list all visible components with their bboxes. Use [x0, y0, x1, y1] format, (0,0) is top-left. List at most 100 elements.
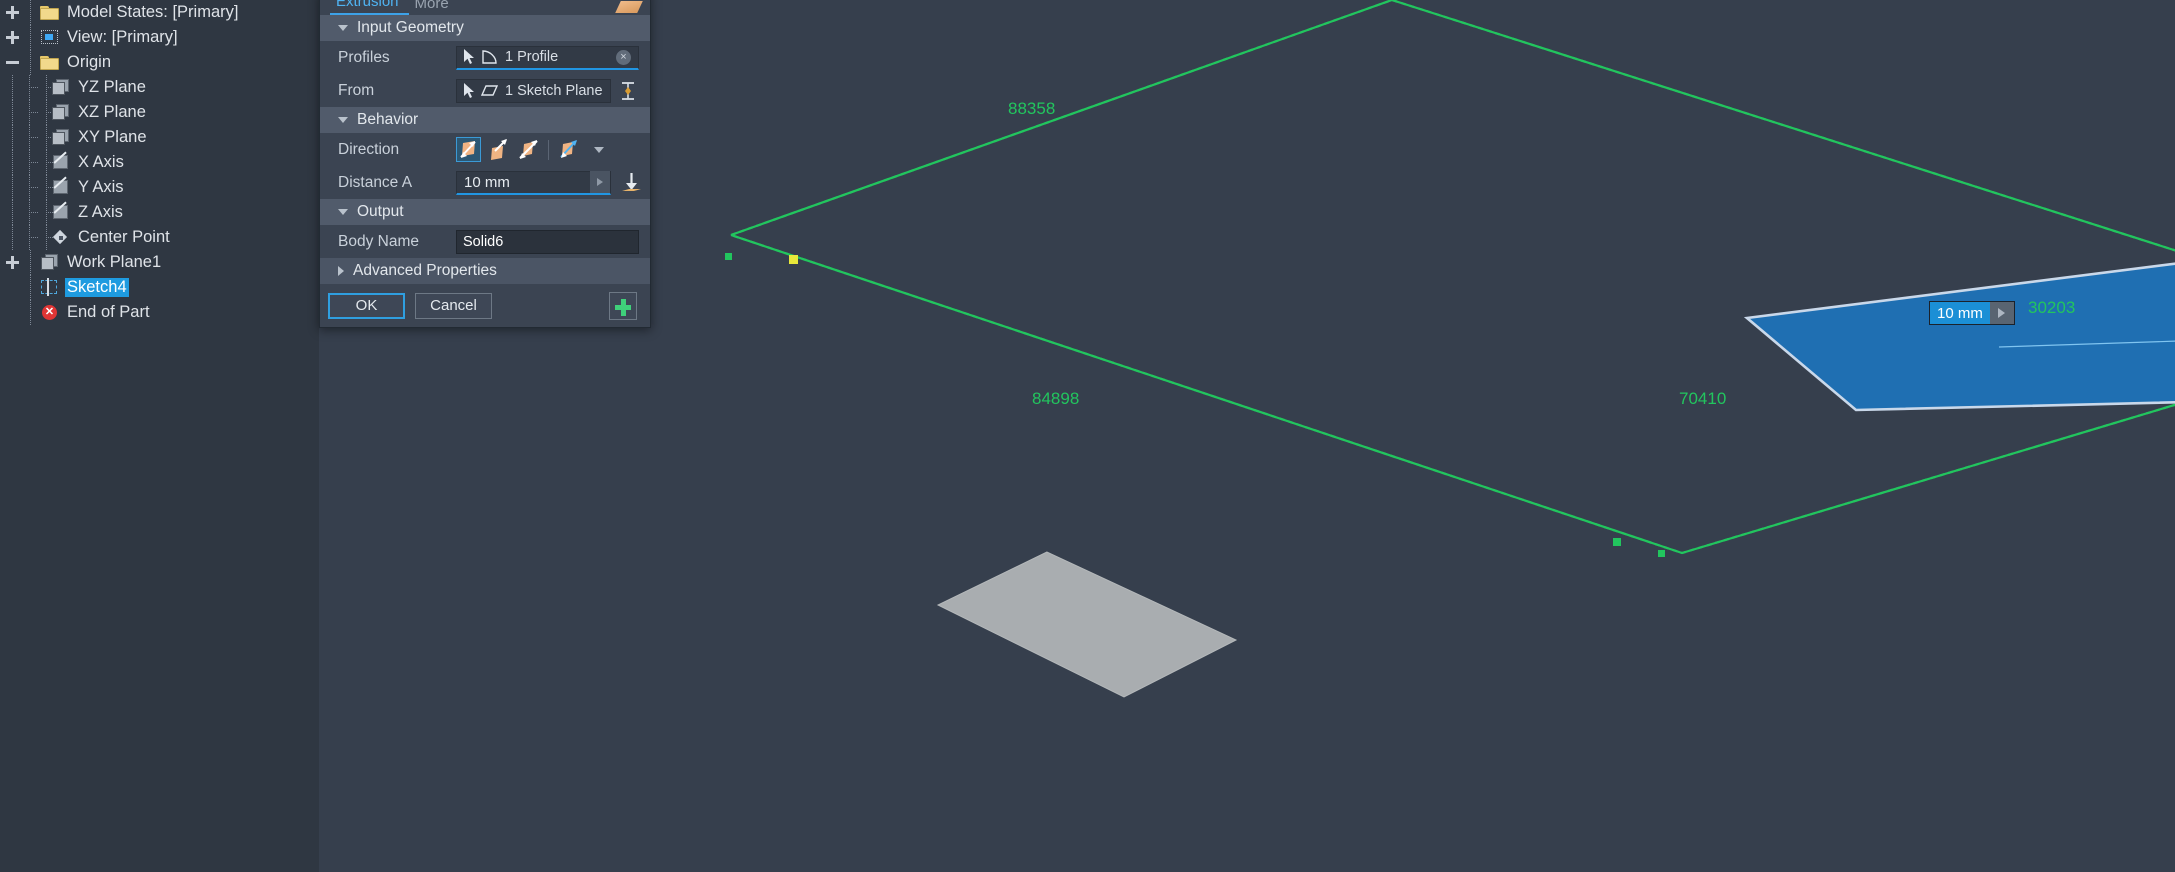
end-of-part-icon — [39, 303, 61, 322]
tree-item-label: View: [Primary] — [67, 28, 178, 46]
tree-connector — [21, 150, 38, 175]
inline-distance-value[interactable]: 10 mm — [1930, 302, 1990, 324]
section-header-output[interactable]: Output — [320, 199, 650, 225]
tree-item-view-primary[interactable]: View: [Primary] — [0, 25, 319, 50]
row-profiles: Profiles 1 Profile × — [320, 41, 650, 74]
tree-connector — [21, 225, 38, 250]
plane-icon — [50, 103, 72, 122]
tree-connector — [4, 125, 21, 150]
row-body-name: Body Name Solid6 — [320, 225, 650, 258]
tree-item-sketch4[interactable]: Sketch4 — [0, 275, 319, 300]
to-face-icon[interactable] — [618, 170, 645, 195]
tree-item-y-axis[interactable]: Y Axis — [0, 175, 319, 200]
collapse-icon[interactable] — [4, 54, 21, 71]
chevron-down-icon — [338, 117, 348, 123]
section-title-advanced-properties: Advanced Properties — [353, 262, 497, 279]
dimension-label[interactable]: 88358 — [1008, 99, 1055, 119]
pointer-cursor-icon — [464, 82, 474, 98]
tree-item-model-states-primary[interactable]: Model States: [Primary] — [0, 0, 319, 25]
cad-application-window: Model States: [Primary] View: [Primary] Or… — [0, 0, 2175, 872]
chevron-down-icon — [338, 209, 348, 215]
tree-item-z-axis[interactable]: Z Axis — [0, 200, 319, 225]
expand-icon[interactable] — [4, 29, 21, 46]
tree-connector — [21, 175, 38, 200]
close-icon[interactable]: × — [616, 49, 631, 65]
direction-default-icon[interactable] — [456, 137, 481, 162]
tree-item-label: End of Part — [67, 303, 150, 321]
direction-asymmetric-icon[interactable] — [556, 137, 581, 162]
tree-connector — [38, 175, 55, 200]
tree-item-x-axis[interactable]: X Axis — [0, 150, 319, 175]
tree-connector — [21, 200, 38, 225]
tab-extrusion[interactable]: Extrusion — [330, 0, 409, 15]
distance-a-label: Distance A — [338, 173, 413, 191]
direction-flipped-icon[interactable] — [486, 137, 511, 162]
tree-connector — [4, 200, 21, 225]
distance-a-input[interactable]: 10 mm — [456, 170, 611, 195]
distance-a-value: 10 mm — [464, 173, 510, 191]
dimension-label[interactable]: 30203 — [2028, 298, 2075, 318]
sketch-wireframe-solid — [730, 0, 2175, 555]
tree-item-xy-plane[interactable]: XY Plane — [0, 125, 319, 150]
tree-item-origin[interactable]: Origin — [0, 50, 319, 75]
row-from: From 1 Sketch Plane — [320, 74, 650, 107]
section-header-input-geometry[interactable]: Input Geometry — [320, 15, 650, 41]
tree-item-label: Y Axis — [78, 178, 124, 196]
profiles-label: Profiles — [338, 48, 390, 66]
dialog-footer: OK Cancel — [320, 284, 650, 327]
plane-icon — [39, 253, 61, 272]
row-direction: Direction — [320, 133, 650, 166]
tree-item-yz-plane[interactable]: YZ Plane — [0, 75, 319, 100]
profile-region-icon — [482, 49, 497, 64]
section-header-advanced-properties[interactable]: Advanced Properties — [320, 258, 650, 284]
tree-connector — [4, 150, 21, 175]
plus-icon[interactable] — [609, 291, 637, 320]
tree-connector — [22, 25, 39, 50]
expand-icon[interactable] — [4, 254, 21, 271]
profiles-select-input[interactable]: 1 Profile × — [456, 45, 639, 70]
ok-button[interactable]: OK — [328, 292, 405, 319]
chevron-down-icon[interactable] — [594, 146, 604, 153]
tree-connector — [21, 100, 38, 125]
folder-icon — [39, 53, 61, 72]
inline-distance-editor[interactable]: 10 mm — [1929, 301, 2015, 325]
from-select-input[interactable]: 1 Sketch Plane — [456, 78, 611, 103]
tab-more[interactable]: More — [409, 0, 459, 15]
tree-connector — [21, 125, 38, 150]
dimension-label[interactable]: 70410 — [1679, 389, 1726, 409]
tree-connector — [4, 75, 21, 100]
axis-icon — [50, 203, 72, 222]
body-name-value: Solid6 — [463, 233, 504, 250]
tree-item-label: Model States: [Primary] — [67, 3, 239, 21]
tree-connector — [22, 250, 39, 275]
dimension-label[interactable]: 84898 — [1032, 389, 1079, 409]
center-point-icon — [50, 228, 72, 247]
expand-arrow-icon[interactable] — [1989, 302, 2014, 324]
tree-item-work-plane1[interactable]: Work Plane1 — [0, 250, 319, 275]
section-header-behavior[interactable]: Behavior — [320, 107, 650, 133]
direction-symmetric-icon[interactable] — [516, 137, 541, 162]
body-name-input[interactable]: Solid6 — [456, 229, 639, 254]
extrude-dialog[interactable]: Extrusion More Input Geometry Profiles 1… — [319, 0, 651, 328]
tree-connector — [22, 0, 39, 25]
tree-item-xz-plane[interactable]: XZ Plane — [0, 100, 319, 125]
value-menu-arrow-icon[interactable] — [590, 171, 610, 193]
tree-item-center-point[interactable]: Center Point — [0, 225, 319, 250]
dialog-tab-bar[interactable]: Extrusion More — [320, 0, 650, 15]
tree-connector — [38, 100, 55, 125]
tree-item-label: X Axis — [78, 153, 124, 171]
tree-gutter — [4, 279, 21, 296]
flip-extent-icon[interactable] — [617, 79, 639, 103]
expand-icon[interactable] — [4, 4, 21, 21]
tree-connector — [38, 225, 55, 250]
tree-connector — [21, 75, 38, 100]
tree-item-end-of-part[interactable]: End of Part — [0, 300, 319, 325]
axis-icon — [50, 153, 72, 172]
cancel-button[interactable]: Cancel — [415, 292, 492, 319]
tree-item-label: YZ Plane — [78, 78, 146, 96]
tree-gutter — [4, 304, 21, 321]
tree-connector — [4, 175, 21, 200]
direction-label: Direction — [338, 140, 400, 158]
body-name-label: Body Name — [338, 232, 419, 250]
tree-connector — [22, 300, 39, 325]
